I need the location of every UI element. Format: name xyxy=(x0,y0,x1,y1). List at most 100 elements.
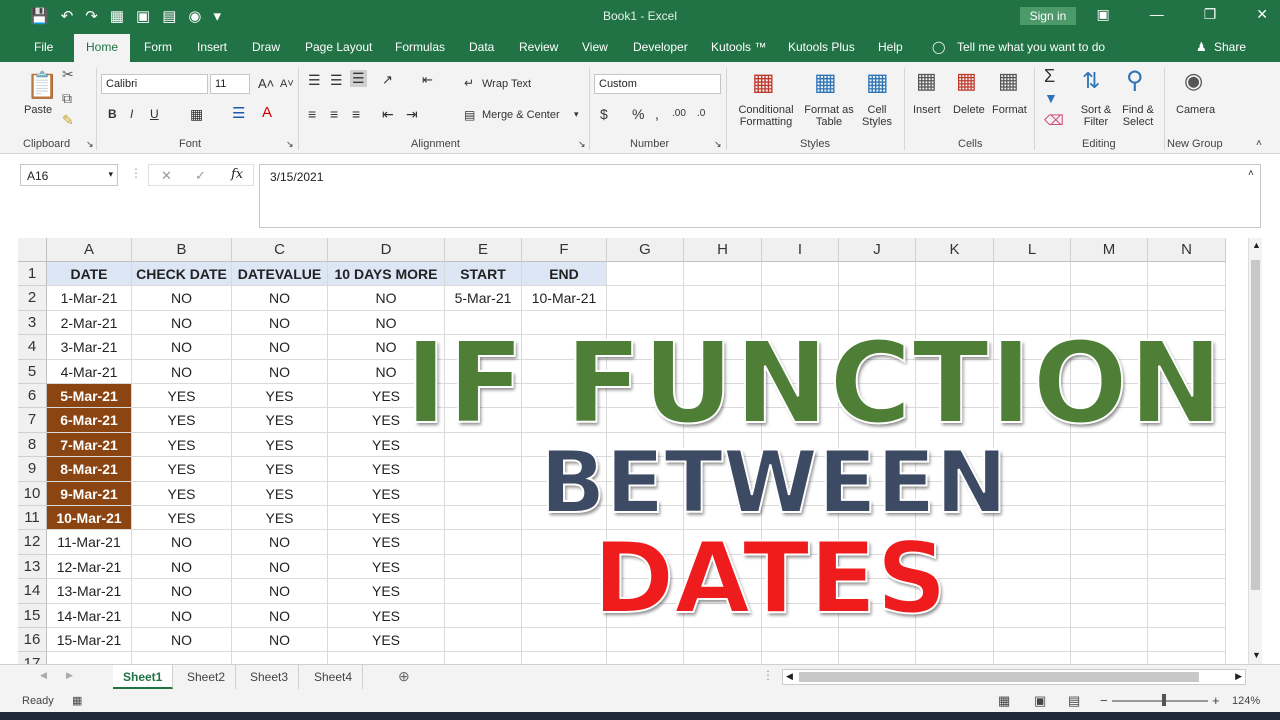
cell-n17[interactable] xyxy=(1148,652,1226,664)
camera-tool-icon[interactable]: ◉ xyxy=(1184,68,1203,94)
tab-view[interactable]: View xyxy=(582,40,608,54)
align-left-icon[interactable]: ≡ xyxy=(308,106,316,122)
camera-button[interactable]: Camera xyxy=(1176,104,1215,116)
cell-h2[interactable] xyxy=(684,286,762,311)
tab-developer[interactable]: Developer xyxy=(633,40,688,54)
cell-m2[interactable] xyxy=(1071,286,1148,311)
font-launcher-icon[interactable]: ↘ xyxy=(286,139,294,150)
tab-help[interactable]: Help xyxy=(878,40,903,54)
cell-e1[interactable]: START xyxy=(445,262,522,287)
tab-form[interactable]: Form xyxy=(144,40,172,54)
cell-b11[interactable]: YES xyxy=(132,506,232,531)
rtl-icon[interactable]: ⇤ xyxy=(422,72,433,88)
cell-m14[interactable] xyxy=(1071,579,1148,604)
cell-b14[interactable]: NO xyxy=(132,579,232,604)
cell-e14[interactable] xyxy=(445,579,522,604)
merge-center-button[interactable]: Merge & Center xyxy=(482,109,560,121)
tab-draw[interactable]: Draw xyxy=(252,40,280,54)
column-header-g[interactable]: G xyxy=(607,238,684,262)
tab-data[interactable]: Data xyxy=(469,40,494,54)
row-header[interactable]: 10 xyxy=(18,481,47,506)
cell-b12[interactable]: NO xyxy=(132,530,232,555)
cell-e10[interactable] xyxy=(445,481,522,506)
cell-d17[interactable] xyxy=(328,652,445,664)
cell-c16[interactable]: NO xyxy=(232,628,328,653)
cell-c9[interactable]: YES xyxy=(232,457,328,482)
tab-page-layout[interactable]: Page Layout xyxy=(305,40,372,54)
conditional-formatting-button[interactable]: Conditional Formatting xyxy=(734,104,798,128)
row-header[interactable]: 15 xyxy=(18,603,47,628)
cell-i1[interactable] xyxy=(762,262,839,287)
cell-m17[interactable] xyxy=(1071,652,1148,664)
row-header[interactable]: 2 xyxy=(18,286,47,311)
format-as-table-button[interactable]: Format as Table xyxy=(803,104,855,128)
insert-cells-button[interactable]: Insert xyxy=(913,104,941,116)
merge-center-icon[interactable]: ▤ xyxy=(464,108,475,122)
column-header-n[interactable]: N xyxy=(1148,238,1226,262)
cell-a4[interactable]: 3-Mar-21 xyxy=(47,335,132,360)
cell-i2[interactable] xyxy=(762,286,839,311)
find-select-button[interactable]: Find & Select xyxy=(1118,104,1158,128)
cell-n16[interactable] xyxy=(1148,628,1226,653)
cell-d1[interactable]: 10 DAYS MORE xyxy=(328,262,445,287)
autosum-icon[interactable]: Σ xyxy=(1044,66,1055,87)
column-header-h[interactable]: H xyxy=(684,238,762,262)
number-launcher-icon[interactable]: ↘ xyxy=(714,139,722,150)
minimize-icon[interactable]: — xyxy=(1150,6,1164,23)
column-header-c[interactable]: C xyxy=(232,238,328,262)
wrap-text-icon[interactable]: ↵ xyxy=(464,76,474,90)
tab-review[interactable]: Review xyxy=(519,40,558,54)
cell-k1[interactable] xyxy=(916,262,994,287)
zoom-slider[interactable] xyxy=(1112,700,1208,702)
wrap-text-button[interactable]: Wrap Text xyxy=(482,78,531,90)
row-header[interactable]: 6 xyxy=(18,384,47,409)
restore-icon[interactable]: ❐ xyxy=(1204,6,1217,23)
number-format-dropdown[interactable]: Custom xyxy=(594,74,721,94)
cut-icon[interactable]: ✂ xyxy=(62,66,74,83)
row-header[interactable]: 3 xyxy=(18,310,47,336)
cell-e11[interactable] xyxy=(445,506,522,531)
cell-b8[interactable]: YES xyxy=(132,432,232,458)
zoom-slider-thumb[interactable] xyxy=(1162,694,1166,706)
name-box-dropdown-icon[interactable]: ▾ xyxy=(108,169,113,180)
cell-l16[interactable] xyxy=(994,628,1071,653)
cell-a3[interactable]: 2-Mar-21 xyxy=(47,310,132,336)
conditional-formatting-icon[interactable]: ▦ xyxy=(752,68,775,97)
decrease-font-icon[interactable]: A˅ xyxy=(280,78,294,90)
cell-b3[interactable]: NO xyxy=(132,310,232,336)
cell-a10[interactable]: 9-Mar-21 xyxy=(47,481,132,506)
cell-b10[interactable]: YES xyxy=(132,481,232,506)
page-break-view-icon[interactable]: ▤ xyxy=(1068,693,1080,709)
cell-d2[interactable]: NO xyxy=(328,286,445,311)
comma-icon[interactable]: , xyxy=(655,106,659,122)
cell-b16[interactable]: NO xyxy=(132,628,232,653)
cell-c1[interactable]: DATEVALUE xyxy=(232,262,328,287)
cell-m16[interactable] xyxy=(1071,628,1148,653)
scroll-down-icon[interactable]: ▼ xyxy=(1252,650,1261,660)
cell-d12[interactable]: YES xyxy=(328,530,445,555)
cell-d10[interactable]: YES xyxy=(328,481,445,506)
share-button[interactable]: Share xyxy=(1214,40,1246,54)
sheet-tab-4[interactable]: Sheet4 xyxy=(304,665,364,689)
tab-kutools[interactable]: Kutools ™ xyxy=(711,40,766,54)
cell-c14[interactable]: NO xyxy=(232,579,328,604)
cell-a6[interactable]: 5-Mar-21 xyxy=(47,384,132,409)
font-name-dropdown[interactable]: Calibri xyxy=(101,74,208,94)
tab-formulas[interactable]: Formulas xyxy=(395,40,445,54)
column-header-e[interactable]: E xyxy=(445,238,522,262)
row-header[interactable]: 16 xyxy=(18,628,47,653)
delete-cells-button[interactable]: Delete xyxy=(953,104,985,116)
underline-icon[interactable]: U xyxy=(150,107,159,121)
tab-home[interactable]: Home xyxy=(74,34,131,62)
cell-a16[interactable]: 15-Mar-21 xyxy=(47,628,132,653)
cell-c5[interactable]: NO xyxy=(232,359,328,384)
cell-m13[interactable] xyxy=(1071,554,1148,580)
cell-j17[interactable] xyxy=(839,652,916,664)
cell-c12[interactable]: NO xyxy=(232,530,328,555)
cell-k17[interactable] xyxy=(916,652,994,664)
row-header[interactable]: 5 xyxy=(18,359,47,384)
cell-n1[interactable] xyxy=(1148,262,1226,287)
row-header[interactable]: 14 xyxy=(18,579,47,604)
cell-a17[interactable] xyxy=(47,652,132,664)
cell-f17[interactable] xyxy=(522,652,607,664)
